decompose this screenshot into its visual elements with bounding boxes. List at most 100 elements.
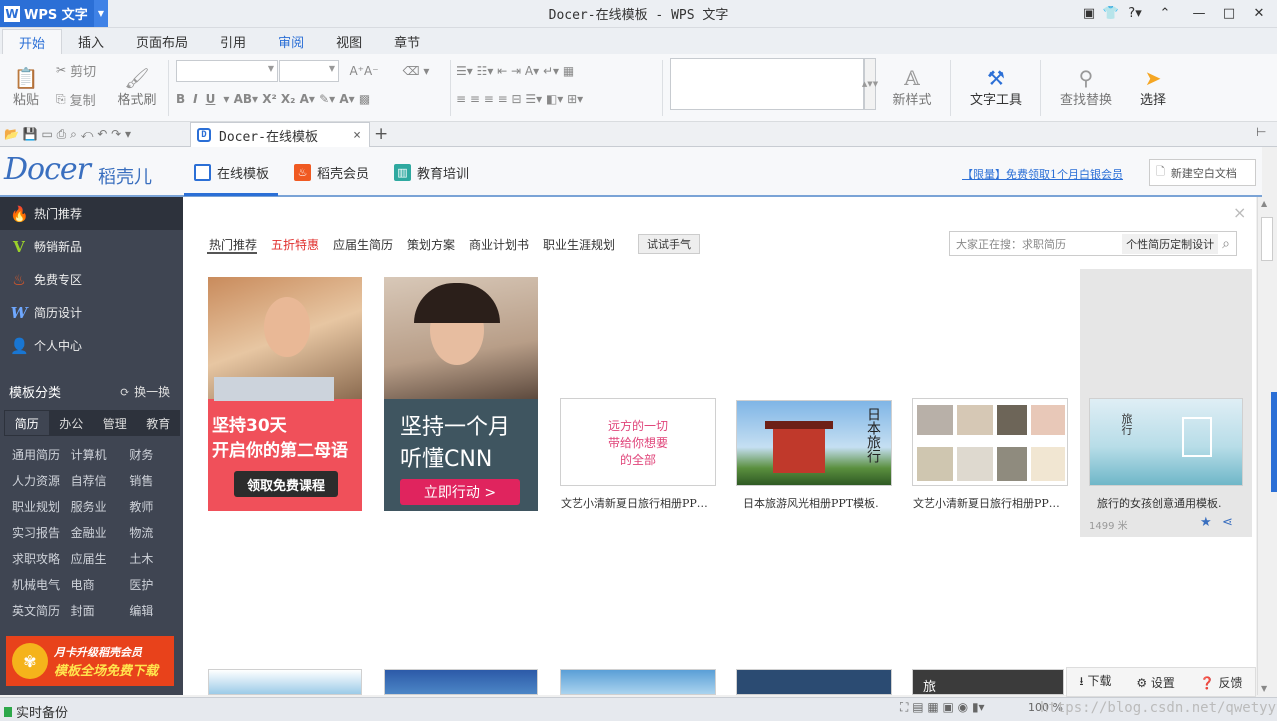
search-box[interactable]: 大家正在搜：求职简历 个性简历定制设计 ⌕ <box>949 231 1237 256</box>
category-link[interactable]: 土木 <box>121 545 180 571</box>
category-link[interactable]: 金融业 <box>63 519 122 545</box>
tab-insert[interactable]: 插入 <box>62 29 120 54</box>
new-style-button[interactable]: 𝔸 新样式 <box>880 60 944 114</box>
tab-view[interactable]: 视图 <box>320 29 378 54</box>
swap-button[interactable]: ⟳ 换一换 <box>120 383 170 400</box>
subnav-planning[interactable]: 策划方案 <box>407 236 455 253</box>
search-suggestion-tag[interactable]: 个性简历定制设计 <box>1122 233 1219 254</box>
category-link[interactable]: 服务业 <box>63 493 122 519</box>
try-luck-button[interactable]: 试试手气 <box>638 234 700 254</box>
chevron-down-icon[interactable]: ▼ <box>94 0 108 27</box>
subnav-career-plan[interactable]: 职业生涯规划 <box>543 236 615 253</box>
copy-button[interactable]: ⎘ 复制 <box>56 89 96 109</box>
side-panel-toggle[interactable] <box>1271 392 1277 492</box>
template-thumb[interactable] <box>560 669 716 695</box>
template-thumb[interactable] <box>736 669 892 695</box>
nav-education[interactable]: ▥ 教育培训 <box>394 163 469 182</box>
share-icon[interactable]: ⋖ <box>1222 515 1233 530</box>
cat-tab-management[interactable]: 管理 <box>93 410 137 436</box>
ad2-cta-button[interactable]: 立即行动 > <box>400 479 520 505</box>
subnav-business-plan[interactable]: 商业计划书 <box>469 236 529 253</box>
template-caption[interactable]: 日本旅游风光相册PPT模板. <box>743 495 903 511</box>
category-link[interactable]: 物流 <box>121 519 180 545</box>
template-caption[interactable]: 文艺小清新夏日旅行相册PP… <box>561 495 721 511</box>
new-blank-document-button[interactable]: 🗋 新建空白文档 <box>1149 159 1256 186</box>
close-tab-icon[interactable]: × <box>353 128 361 143</box>
category-link[interactable]: 电商 <box>63 571 122 597</box>
category-link[interactable]: 通用简历 <box>4 441 63 467</box>
paragraph-align-icons[interactable]: ≡ ≡ ≡ ≡ ⊟ ☰▾ ◧▾ ⊞▾ <box>456 89 656 109</box>
ad-card-language[interactable]: 坚持30天 开启你的第二母语 领取免费课程 <box>208 277 362 511</box>
category-link[interactable]: 自荐信 <box>63 467 122 493</box>
category-link[interactable]: 应届生 <box>63 545 122 571</box>
template-thumb[interactable] <box>384 669 538 695</box>
cut-button[interactable]: ✂ 剪切 <box>56 60 96 80</box>
find-replace-button[interactable]: ⚲ 查找替换 <box>1048 60 1124 114</box>
template-thumb-summer2[interactable] <box>912 398 1068 486</box>
font-grow-shrink-icon[interactable]: A⁺A⁻ <box>344 60 384 82</box>
sidebar-item-resume[interactable]: W 简历设计 <box>0 296 183 329</box>
category-link[interactable]: 机械电气 <box>4 571 63 597</box>
category-link[interactable]: 求职攻略 <box>4 545 63 571</box>
new-tab-icon[interactable]: + <box>374 124 388 144</box>
category-link[interactable]: 教师 <box>121 493 180 519</box>
template-thumb-japan[interactable]: 日本旅行 <box>736 400 892 486</box>
font-name-select[interactable]: ▼ <box>176 60 278 82</box>
text-format-icons[interactable]: B I U ▾ AB▾ X² X₂ A▾ ✎▾ A▾ ▩ <box>176 89 444 109</box>
sidebar-item-free[interactable]: ♨ 免费专区 <box>0 263 183 296</box>
sidebar-item-hot[interactable]: 🔥 热门推荐 <box>0 197 183 230</box>
scrollbar-thumb[interactable] <box>1261 217 1273 261</box>
tab-page-layout[interactable]: 页面布局 <box>120 29 204 54</box>
category-link[interactable]: 医护 <box>121 571 180 597</box>
category-link[interactable]: 英文简历 <box>4 597 63 623</box>
search-icon[interactable]: ⌕ <box>1222 236 1230 252</box>
help-button[interactable]: ? ▾ <box>1122 2 1148 24</box>
maximize-icon[interactable]: □ <box>1216 2 1242 24</box>
style-gallery-scroll[interactable]: ▲▼▼ <box>862 58 878 110</box>
search-input[interactable]: 大家正在搜：求职简历 <box>950 236 1122 252</box>
paragraph-list-icons[interactable]: ☰▾ ☷▾ ⇤ ⇥ A▾ ↵▾ ▦ <box>456 60 656 82</box>
download-button[interactable]: ⭳ 下载 <box>1079 672 1111 693</box>
cat-tab-office[interactable]: 办公 <box>50 410 94 436</box>
category-link[interactable]: 职业规划 <box>4 493 63 519</box>
template-thumb[interactable]: 旅 <box>912 669 1064 695</box>
view-mode-icons[interactable]: ⛶ ▤ ▦ ▣ ◉ ▮▾ <box>900 700 985 715</box>
tab-review[interactable]: 审阅 <box>262 29 320 54</box>
template-thumb-summer[interactable]: 远方的一切 带给你想要 的全部 <box>560 398 716 486</box>
member-banner[interactable]: ✾ 月卡升级稻壳会员 模板全场免费下载 <box>6 636 174 686</box>
subnav-discount[interactable]: 五折特惠 <box>271 236 319 253</box>
category-link[interactable]: 销售 <box>121 467 180 493</box>
nav-docer-member[interactable]: ♨ 稻壳会员 <box>294 163 369 182</box>
feedback-button[interactable]: ❓ 反馈 <box>1200 674 1243 691</box>
category-link[interactable]: 封面 <box>63 597 122 623</box>
template-caption[interactable]: 旅行的女孩创意通用模板. <box>1097 495 1247 511</box>
sidebar-item-personal[interactable]: 👤 个人中心 <box>0 329 183 362</box>
category-link[interactable]: 编辑 <box>121 597 180 623</box>
clear-format-icon[interactable]: ⌫ ▾ <box>388 60 444 82</box>
close-panel-icon[interactable]: × <box>1233 203 1246 222</box>
backup-status[interactable]: 实时备份 <box>4 702 68 721</box>
star-icon[interactable]: ★ <box>1200 515 1212 530</box>
font-size-select[interactable]: ▼ <box>279 60 339 82</box>
category-link[interactable]: 实习报告 <box>4 519 63 545</box>
scroll-up-icon[interactable]: ▲ <box>1261 199 1267 208</box>
shirt-icon[interactable]: 👕 <box>1098 2 1124 24</box>
close-icon[interactable]: ✕ <box>1246 2 1272 24</box>
collapse-ribbon-icon[interactable]: ⌃ <box>1152 2 1178 24</box>
subnav-graduate-resume[interactable]: 应届生简历 <box>333 236 393 253</box>
ad1-cta-button[interactable]: 领取免费课程 <box>234 471 338 497</box>
select-button[interactable]: ➤ 选择 <box>1128 60 1178 114</box>
tab-references[interactable]: 引用 <box>204 29 262 54</box>
template-caption[interactable]: 文艺小清新夏日旅行相册PP… <box>913 495 1073 511</box>
category-link[interactable]: 人力资源 <box>4 467 63 493</box>
scroll-down-icon[interactable]: ▼ <box>1261 684 1267 693</box>
promo-link[interactable]: 【限量】免费领取1个月白银会员 <box>962 166 1123 182</box>
nav-online-templates[interactable]: 在线模板 <box>194 163 269 182</box>
docer-logo[interactable]: Docer <box>4 152 91 187</box>
cat-tab-resume[interactable]: 简历 <box>4 410 50 436</box>
paste-button[interactable]: 📋 粘贴 <box>6 60 46 114</box>
settings-button[interactable]: ⚙ 设置 <box>1136 674 1175 691</box>
style-gallery[interactable] <box>670 58 864 110</box>
quick-access-toolbar[interactable]: 📂 💾 ▭ ⎙ ⌕ ⤺ ↶ ↷ ▾ <box>4 124 131 144</box>
category-link[interactable]: 计算机 <box>63 441 122 467</box>
